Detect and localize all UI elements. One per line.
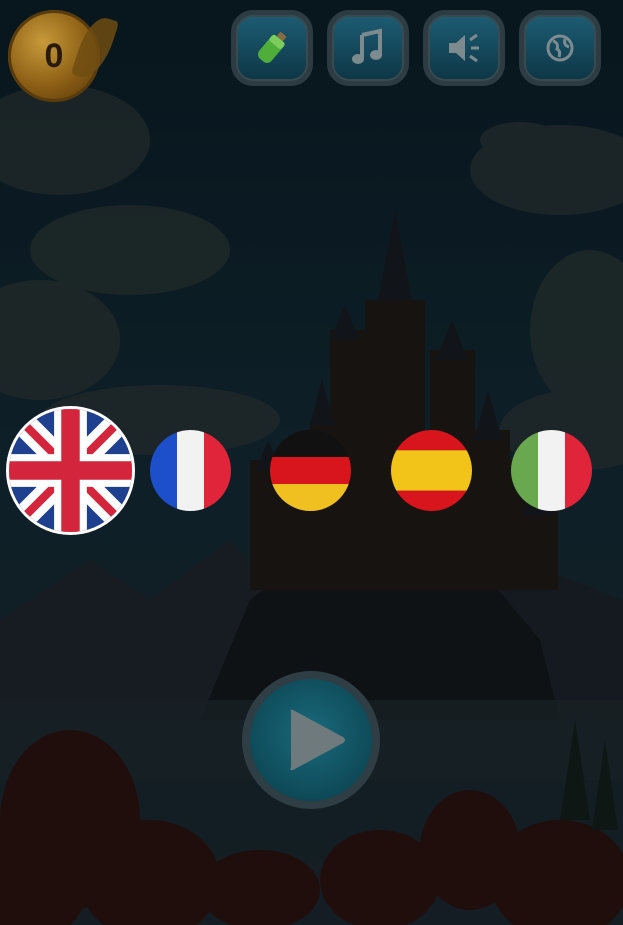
coin-count: 0 <box>44 36 64 75</box>
united-kingdom-flag-icon <box>9 409 132 532</box>
france-flag-icon <box>150 430 231 511</box>
coin-counter: 0 <box>8 10 120 102</box>
sound-button[interactable] <box>423 10 505 86</box>
spain-flag-icon <box>391 430 472 511</box>
germany-flag-icon <box>270 430 351 511</box>
play-icon <box>290 709 345 771</box>
language-button[interactable] <box>519 10 601 86</box>
music-note-icon <box>352 28 382 64</box>
music-button[interactable] <box>327 10 409 86</box>
speaker-icon <box>449 33 479 63</box>
play-button[interactable] <box>242 671 380 809</box>
flag-fr-button[interactable] <box>150 430 231 511</box>
potion-bottle-icon <box>258 32 287 63</box>
italy-flag-icon <box>511 430 592 511</box>
flag-es-button[interactable] <box>391 430 472 511</box>
flag-it-button[interactable] <box>511 430 592 511</box>
flag-uk-button[interactable] <box>9 409 132 532</box>
globe-icon <box>546 34 574 62</box>
flag-de-button[interactable] <box>270 430 351 511</box>
potion-button[interactable] <box>231 10 313 86</box>
